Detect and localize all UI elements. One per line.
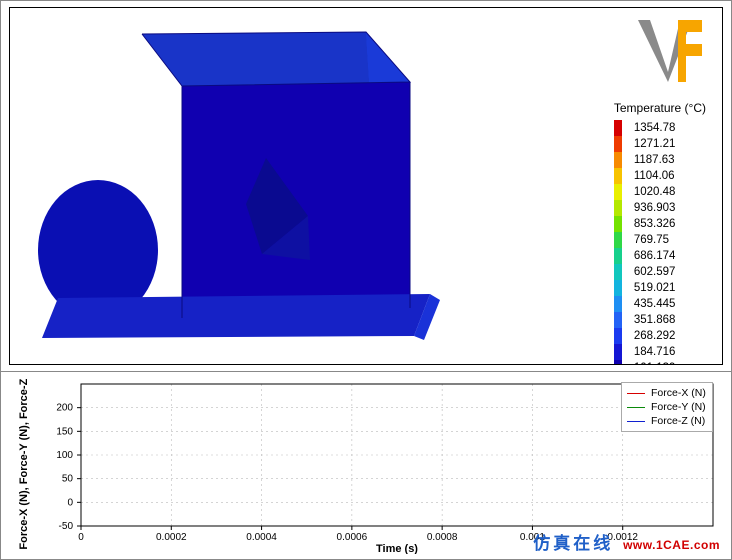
legend-row: 519.021 — [614, 280, 706, 296]
legend-row: 435.445 — [614, 296, 706, 312]
legend-value: 1187.63 — [634, 152, 675, 168]
chart-legend: Force-X (N) Force-Y (N) Force-Z (N) — [621, 382, 713, 432]
viewport-panel: Temperature (°C) 1354.781271.211187.6311… — [1, 1, 731, 371]
svg-text:0.0002: 0.0002 — [156, 532, 187, 543]
legend-swatch — [614, 296, 622, 312]
series-line-icon — [627, 421, 645, 422]
legend-swatch — [614, 264, 622, 280]
legend-value: 101.139 — [634, 360, 676, 365]
svg-text:Time (s): Time (s) — [376, 543, 418, 554]
legend-row: 1354.78 — [614, 120, 706, 136]
viewport-3d[interactable]: Temperature (°C) 1354.781271.211187.6311… — [9, 7, 723, 365]
legend-swatch — [614, 248, 622, 264]
force-chart-svg: -50 0 50 100 150 200 0 0.0002 0.0004 0.0006 0.0008… — [9, 378, 723, 554]
svg-text:150: 150 — [56, 426, 73, 437]
svg-text:0: 0 — [67, 497, 73, 508]
legend-swatch — [614, 136, 622, 152]
svg-text:0.0006: 0.0006 — [337, 532, 368, 543]
app-logo — [632, 18, 702, 85]
legend-swatch — [614, 152, 622, 168]
legend-row: 268.292 — [614, 328, 706, 344]
watermark: 仿真在线 www.1CAE.com — [533, 529, 720, 554]
watermark-url: www.1CAE.com — [623, 538, 720, 552]
legend-value: 1104.06 — [634, 168, 675, 184]
legend-swatch — [614, 280, 622, 296]
svg-text:200: 200 — [56, 403, 73, 414]
legend-row: 602.597 — [614, 264, 706, 280]
series-row: Force-Y (N) — [627, 400, 707, 414]
legend-title: Temperature (°C) — [614, 100, 706, 116]
series-row: Force-X (N) — [627, 386, 707, 400]
svg-text:100: 100 — [56, 450, 73, 461]
legend-value: 519.021 — [634, 280, 676, 296]
svg-text:50: 50 — [62, 474, 74, 485]
series-label: Force-X (N) — [651, 387, 706, 399]
legend-swatch — [614, 168, 622, 184]
legend-value: 1354.78 — [634, 120, 676, 136]
legend-value: 1271.21 — [634, 136, 676, 152]
force-chart[interactable]: -50 0 50 100 150 200 0 0.0002 0.0004 0.0006 0.0008… — [9, 378, 723, 554]
series-label: Force-Z (N) — [651, 415, 705, 427]
legend-row: 1187.63 — [614, 152, 706, 168]
legend-swatch — [614, 216, 622, 232]
legend-row: 1020.48 — [614, 184, 706, 200]
legend-value: 351.868 — [634, 312, 676, 328]
legend-row: 101.139 — [614, 360, 706, 365]
logo-icon — [632, 18, 702, 82]
legend-value: 936.903 — [634, 200, 676, 216]
legend-value: 1020.48 — [634, 184, 676, 200]
legend-swatch — [614, 200, 622, 216]
series-row: Force-Z (N) — [627, 414, 707, 428]
legend-row: 769.75 — [614, 232, 706, 248]
svg-text:0.0008: 0.0008 — [427, 532, 458, 543]
svg-text:0.0004: 0.0004 — [246, 532, 277, 543]
legend-value: 769.75 — [634, 232, 669, 248]
legend-row: 1104.06 — [614, 168, 706, 184]
temperature-legend: Temperature (°C) 1354.781271.211187.6311… — [614, 100, 706, 365]
legend-value: 184.716 — [634, 344, 676, 360]
svg-text:0: 0 — [78, 532, 84, 543]
legend-swatch — [614, 312, 622, 328]
watermark-cn: 仿真在线 — [533, 534, 613, 553]
svg-text:-50: -50 — [59, 521, 74, 532]
svg-text:Force-X (N), Force-Y (N), Forc: Force-X (N), Force-Y (N), Force-Z (N) — [18, 378, 30, 550]
legend-value: 435.445 — [634, 296, 676, 312]
legend-swatch — [614, 184, 622, 200]
series-line-icon — [627, 407, 645, 408]
legend-row: 184.716 — [614, 344, 706, 360]
legend-row: 853.326 — [614, 216, 706, 232]
legend-swatch — [614, 232, 622, 248]
legend-value: 686.174 — [634, 248, 676, 264]
legend-value: 602.597 — [634, 264, 676, 280]
legend-row: 686.174 — [614, 248, 706, 264]
legend-value: 268.292 — [634, 328, 676, 344]
legend-swatch — [614, 120, 622, 136]
window: Temperature (°C) 1354.781271.211187.6311… — [0, 0, 732, 560]
series-label: Force-Y (N) — [651, 401, 706, 413]
series-line-icon — [627, 393, 645, 394]
legend-value: 853.326 — [634, 216, 676, 232]
legend-swatch — [614, 344, 622, 360]
legend-swatch — [614, 328, 622, 344]
legend-row: 936.903 — [614, 200, 706, 216]
legend-swatch — [614, 360, 622, 365]
legend-row: 351.868 — [614, 312, 706, 328]
legend-row: 1271.21 — [614, 136, 706, 152]
